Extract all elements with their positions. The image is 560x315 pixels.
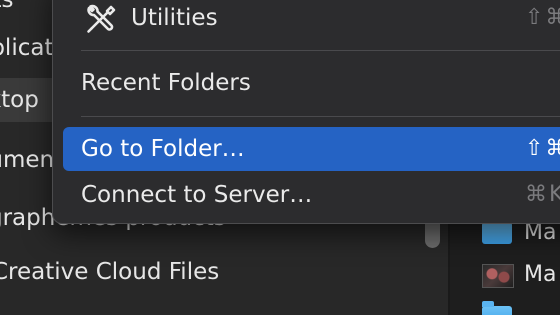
sidebar-item-creative-cloud-files[interactable]: Creative Cloud Files [0, 250, 448, 294]
menu-item-go-to-folder[interactable]: Go to Folder… ⇧⌘G [63, 127, 560, 171]
go-menu: Utilities ⇧⌘U Recent Folders Go to Folde… [52, 0, 560, 224]
sidebar-item-label: Creative Cloud Files [0, 259, 220, 285]
menu-item-utilities[interactable]: Utilities ⇧⌘U [63, 0, 560, 40]
menu-item-connect-to-server[interactable]: Connect to Server… ⌘K [63, 173, 560, 217]
menu-item-recent-folders[interactable]: Recent Folders [63, 61, 560, 105]
finder-window: Recents Applications Desktop Documents g… [0, 0, 560, 315]
menu-separator [81, 116, 560, 117]
shortcut-label: ⇧⌘G [525, 136, 560, 161]
file-name: Ma [524, 262, 557, 287]
folder-icon [482, 217, 512, 244]
menu-item-label: Utilities [131, 5, 218, 31]
menu-item-label: Recent Folders [81, 70, 251, 96]
tools-icon [87, 4, 116, 33]
photo-icon [482, 264, 514, 288]
menu-item-label: Connect to Server… [81, 182, 313, 208]
folder-icon [482, 301, 512, 315]
sidebar-item-label: Desktop [0, 87, 39, 113]
menu-separator [81, 50, 560, 51]
sidebar-item-desktop[interactable]: Desktop [0, 78, 60, 122]
shortcut-label: ⌘K [525, 182, 560, 207]
shortcut-label: ⇧⌘U [525, 5, 560, 30]
menu-item-label: Go to Folder… [81, 136, 245, 162]
sidebar-item-label: Recents [0, 0, 14, 13]
